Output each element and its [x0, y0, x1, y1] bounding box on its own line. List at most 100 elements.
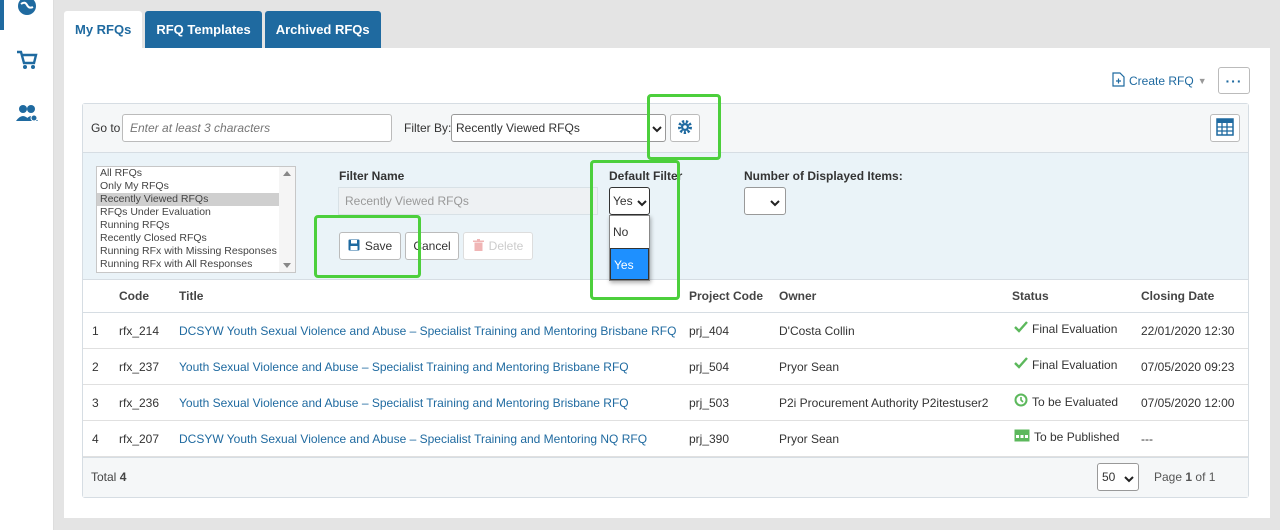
status-text: Final Evaluation [1032, 357, 1118, 372]
listbox-scrollbar[interactable] [279, 167, 295, 272]
status-cell: Final Evaluation [1014, 321, 1117, 336]
delete-label: Delete [488, 239, 524, 253]
chevron-down-icon [770, 197, 780, 211]
page-size-select[interactable]: 50 [1097, 463, 1139, 491]
rfq-title-link[interactable]: Youth Sexual Violence and Abuse – Specia… [179, 396, 629, 410]
tab-rfq-templates[interactable]: RFQ Templates [145, 11, 262, 48]
column-header-project-code[interactable]: Project Code [689, 289, 763, 303]
closing-date: 22/01/2020 12:30 [1141, 324, 1235, 338]
closing-date: 07/05/2020 12:00 [1141, 396, 1235, 410]
project-code: prj_404 [689, 324, 730, 338]
default-filter-select[interactable]: Yes [609, 187, 650, 215]
column-header-code[interactable]: Code [119, 289, 149, 303]
chevron-down-icon [637, 197, 647, 211]
rfq-title-link[interactable]: DCSYW Youth Sexual Violence and Abuse – … [179, 432, 647, 446]
status-text: To be Evaluated [1032, 394, 1119, 409]
rfq-code: rfx_207 [119, 432, 160, 446]
page-size-value: 50 [1102, 470, 1116, 484]
globe-icon[interactable] [13, 0, 41, 20]
filter-listbox[interactable]: All RFQs Only My RFQs Recently Viewed RFQs… [96, 166, 296, 273]
page-indicator: Page 1 of 1 [1154, 470, 1215, 484]
status-text: Final Evaluation [1032, 321, 1118, 336]
default-filter-label: Default Filter [609, 169, 683, 183]
create-rfq-button[interactable]: Create RFQ ▼ [1112, 72, 1207, 90]
project-code: prj_504 [689, 360, 730, 374]
caret-down-icon: ▼ [1197, 76, 1207, 86]
users-icon[interactable] [13, 99, 41, 127]
tab-my-rfqs[interactable]: My RFQs [64, 11, 143, 48]
more-options-button[interactable]: ··· [1218, 67, 1250, 94]
table-row[interactable]: 4 rfx_207 DCSYW Youth Sexual Violence and … [83, 421, 1248, 457]
table-grid-icon [1216, 117, 1234, 139]
filter-list-option[interactable]: Recently Viewed RFQs [97, 193, 279, 206]
cancel-button[interactable]: Cancel [405, 232, 459, 260]
goto-label: Go to [91, 121, 121, 135]
rfq-title-link[interactable]: DCSYW Youth Sexual Violence and Abuse – … [179, 324, 676, 338]
column-header-owner[interactable]: Owner [779, 289, 816, 303]
table-row[interactable]: 3 rfx_236 Youth Sexual Violence and Abuse … [83, 385, 1248, 421]
owner: P2i Procurement Authority P2itestuser2 [779, 396, 989, 410]
dropdown-option-no[interactable]: No [610, 216, 649, 248]
rfq-code: rfx_214 [119, 324, 160, 338]
tab-bar: My RFQs RFQ Templates Archived RFQs [64, 11, 381, 48]
row-number: 3 [92, 396, 99, 410]
trash-icon [472, 238, 484, 254]
column-settings-button[interactable] [1210, 114, 1240, 142]
filter-name-field: Recently Viewed RFQs [338, 187, 598, 215]
filter-list-option[interactable]: Running RFx with Missing Responses [97, 245, 279, 258]
status-cell: To be Published [1014, 429, 1119, 445]
status-cell: Final Evaluation [1014, 357, 1117, 372]
filter-by-select[interactable]: Recently Viewed RFQs [451, 114, 666, 142]
project-code: prj_390 [689, 432, 730, 446]
active-nav-indicator [0, 0, 4, 30]
owner: D'Costa Collin [779, 324, 855, 338]
rfq-code: rfx_236 [119, 396, 160, 410]
calendar-icon [1014, 429, 1030, 445]
closing-date: 07/05/2020 09:23 [1141, 360, 1235, 374]
table-footer [83, 457, 1248, 497]
save-button[interactable]: Save [339, 232, 401, 260]
total-value: 4 [119, 470, 127, 484]
scroll-up-arrow-icon[interactable] [283, 171, 291, 176]
filter-list-option[interactable]: All RFQs [97, 167, 279, 180]
rfq-title-link[interactable]: Youth Sexual Violence and Abuse – Specia… [179, 360, 629, 374]
status-cell: To be Evaluated [1014, 393, 1118, 410]
clock-icon [1014, 393, 1028, 410]
column-header-title[interactable]: Title [179, 289, 203, 303]
goto-input[interactable] [122, 114, 392, 142]
scroll-down-arrow-icon[interactable] [283, 263, 291, 268]
page-total: of 1 [1195, 470, 1216, 484]
dropdown-option-yes[interactable]: Yes [610, 248, 649, 280]
number-displayed-items-label: Number of Displayed Items: [744, 169, 903, 183]
total-label: Total [91, 470, 117, 484]
add-document-icon [1112, 72, 1125, 90]
floppy-disk-icon [348, 239, 360, 254]
page-current: 1 [1185, 470, 1193, 484]
table-row[interactable]: 1 rfx_214 DCSYW Youth Sexual Violence and … [83, 313, 1248, 349]
table-row[interactable]: 2 rfx_237 Youth Sexual Violence and Abuse … [83, 349, 1248, 385]
owner: Pryor Sean [779, 432, 840, 446]
cart-icon[interactable] [13, 46, 41, 74]
default-filter-dropdown: No Yes [609, 215, 650, 281]
tab-archived-rfqs[interactable]: Archived RFQs [264, 11, 381, 48]
filter-list-option[interactable]: RFQs Under Evaluation [97, 206, 279, 219]
filter-list-option[interactable]: Only My RFQs [97, 180, 279, 193]
filter-settings-button[interactable] [670, 114, 700, 142]
chevron-down-icon [1124, 473, 1134, 487]
row-number: 4 [92, 432, 99, 446]
filter-by-value: Recently Viewed RFQs [456, 121, 580, 135]
rfq-code: rfx_237 [119, 360, 160, 374]
column-header-status[interactable]: Status [1012, 289, 1049, 303]
filter-by-label: Filter By: [404, 121, 452, 135]
filter-name-label: Filter Name [339, 169, 405, 183]
owner: Pryor Sean [779, 360, 840, 374]
filter-list-option[interactable]: Recently Closed RFQs [97, 232, 279, 245]
number-displayed-items-select[interactable] [744, 187, 786, 215]
default-filter-value: Yes [613, 194, 633, 208]
row-number: 2 [92, 360, 99, 374]
filter-list-option[interactable]: Running RFQs [97, 219, 279, 232]
column-header-closing-date[interactable]: Closing Date [1141, 289, 1214, 303]
filter-list-option[interactable]: Running RFx with All Responses [97, 258, 279, 271]
delete-button[interactable]: Delete [463, 232, 533, 260]
closing-date: --- [1141, 432, 1153, 446]
